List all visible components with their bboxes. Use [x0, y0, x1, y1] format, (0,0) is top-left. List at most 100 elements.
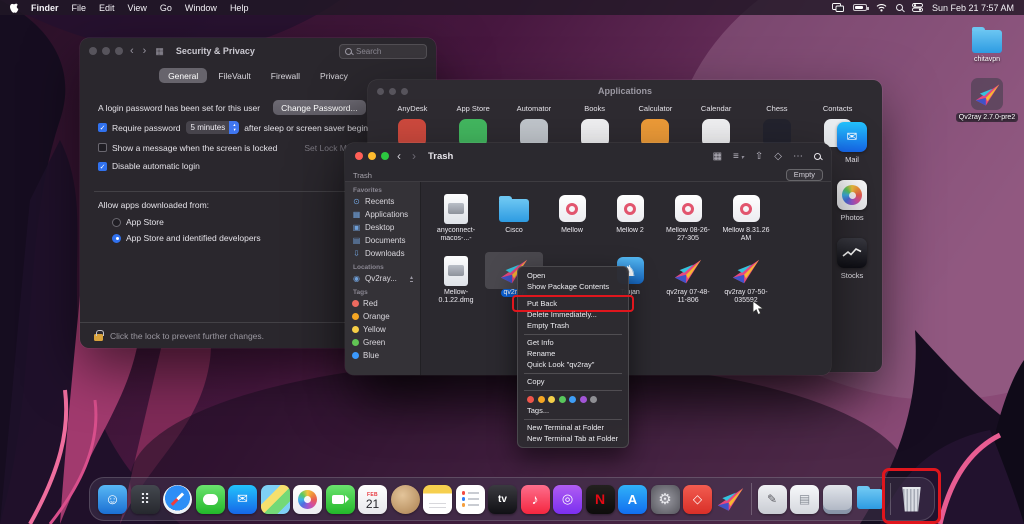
- spotlight-icon[interactable]: [896, 4, 903, 11]
- apple-menu[interactable]: [10, 2, 19, 13]
- app-stocks[interactable]: Stocks: [837, 238, 867, 280]
- app-anydesk[interactable]: AnyDesk: [382, 104, 443, 113]
- app-mail[interactable]: ✉ Mail: [837, 122, 867, 164]
- app-calendar[interactable]: Calendar: [686, 104, 747, 113]
- dock-item-anydesk[interactable]: ◇: [682, 484, 713, 515]
- sidebar-item-applications[interactable]: ▦Applications: [345, 208, 420, 221]
- share-icon[interactable]: ⇧: [755, 151, 763, 162]
- menu-app-name[interactable]: Finder: [31, 3, 59, 13]
- desktop-icon-chitavpn[interactable]: chitavpn: [963, 26, 1011, 64]
- trash-title-bar[interactable]: ‹ › Trash ▦ ≡▾ ⇧ ◇ ⋯: [345, 143, 831, 169]
- dock-item-netflix[interactable]: N: [585, 484, 616, 515]
- file-mellow-08-26-27-305[interactable]: Mellow 08-26-27-305: [659, 190, 717, 243]
- show-all-icon[interactable]: ▦: [155, 46, 164, 56]
- menu-item-new-terminal-tab-at-folder[interactable]: New Terminal Tab at Folder: [518, 433, 628, 444]
- dock-item-system-preferences[interactable]: ⚙: [650, 484, 681, 515]
- disable-auto-login-checkbox[interactable]: [98, 162, 107, 171]
- minimize-button[interactable]: [102, 47, 110, 55]
- file-mellow-8-31-26-am[interactable]: Mellow 8.31.26 AM: [717, 190, 775, 243]
- dock-item-app-store[interactable]: A: [617, 484, 648, 515]
- dock-item-finder[interactable]: ☺: [97, 484, 128, 515]
- dock-item-reminders[interactable]: [455, 484, 486, 515]
- file-mellow-0-1-22-dmg[interactable]: Mellow-0.1.22.dmg: [427, 252, 485, 305]
- sidebar-item-red[interactable]: Red: [345, 297, 420, 310]
- sidebar-item-desktop[interactable]: ▣Desktop: [345, 221, 420, 234]
- forward-icon[interactable]: ›: [412, 149, 416, 163]
- sidebar-item-orange[interactable]: Orange: [345, 310, 420, 323]
- security-title-bar[interactable]: ‹ › ▦ Security & Privacy Search: [80, 38, 436, 64]
- menu-bar-clock[interactable]: Sun Feb 21 7:57 AM: [932, 3, 1014, 13]
- minimize-button[interactable]: [368, 152, 376, 160]
- menu-help[interactable]: Help: [230, 3, 249, 13]
- tag-color-dot[interactable]: [548, 396, 555, 403]
- menu-item-empty-trash[interactable]: Empty Trash: [518, 320, 628, 331]
- forward-icon[interactable]: ›: [143, 46, 147, 56]
- close-button[interactable]: [355, 152, 363, 160]
- menu-item-quick-look-qv2ray[interactable]: Quick Look "qv2ray": [518, 359, 628, 370]
- dock-item-calendar[interactable]: FEB21: [357, 484, 388, 515]
- file-mellow[interactable]: Mellow: [543, 190, 601, 235]
- identified-devs-radio[interactable]: [112, 234, 121, 243]
- tag-color-dot[interactable]: [538, 396, 545, 403]
- tag-icon[interactable]: ◇: [774, 151, 782, 162]
- dock-item-safari[interactable]: [162, 484, 193, 515]
- tag-color-dot[interactable]: [569, 396, 576, 403]
- file-anyconnect-macos-k9-dmg[interactable]: anyconnect-macos-...-k9.dmg: [427, 190, 485, 243]
- eject-icon[interactable]: ▴: [410, 276, 413, 282]
- menu-window[interactable]: Window: [185, 3, 217, 13]
- back-icon[interactable]: ‹: [130, 46, 134, 56]
- lock-icon[interactable]: [94, 334, 103, 341]
- sidebar-item-green[interactable]: Green: [345, 336, 420, 349]
- change-password-button[interactable]: Change Password...: [273, 100, 366, 115]
- show-message-checkbox[interactable]: [98, 143, 107, 152]
- screen-mirroring-icon[interactable]: [832, 3, 844, 12]
- file-qv2ray-07-48-11-806[interactable]: qv2ray 07-48-11-806: [659, 252, 717, 305]
- app-photos[interactable]: Photos: [837, 180, 867, 222]
- applications-title-bar[interactable]: Applications: [368, 80, 882, 102]
- app-contacts[interactable]: Contacts: [807, 104, 868, 113]
- sidebar-item-downloads[interactable]: ⇩Downloads: [345, 247, 420, 260]
- dock-item-qv2ray[interactable]: [715, 484, 746, 515]
- menu-item-rename[interactable]: Rename: [518, 348, 628, 359]
- menu-item-get-info[interactable]: Get Info: [518, 337, 628, 348]
- desktop-icon-qv2ray[interactable]: Qv2ray 2.7.0-pre2: [963, 78, 1011, 122]
- battery-icon[interactable]: [853, 4, 867, 11]
- file-cisco[interactable]: Cisco: [485, 190, 543, 235]
- dock-item-contacts[interactable]: [390, 484, 421, 515]
- sidebar-item-recents[interactable]: ⊙Recents: [345, 195, 420, 208]
- tag-color-dot[interactable]: [559, 396, 566, 403]
- dock-item-mail[interactable]: ✉: [227, 484, 258, 515]
- sidebar-item-documents[interactable]: ▤Documents: [345, 234, 420, 247]
- menu-item-copy[interactable]: Copy: [518, 376, 628, 387]
- dock-item-app-2[interactable]: ▤: [789, 484, 820, 515]
- dock-item-photos[interactable]: [292, 484, 323, 515]
- interval-dropdown[interactable]: 5 minutes ▴▾: [186, 121, 240, 134]
- dock-item-tv[interactable]: tv: [487, 484, 518, 515]
- tab-privacy[interactable]: Privacy: [311, 68, 357, 83]
- search-field[interactable]: Search: [339, 44, 427, 59]
- dock-item-notes[interactable]: [422, 484, 453, 515]
- dock-item-maps[interactable]: [260, 484, 291, 515]
- dock-item-music[interactable]: ♪: [520, 484, 551, 515]
- menu-item-tags[interactable]: Tags...: [518, 405, 628, 416]
- menu-go[interactable]: Go: [160, 3, 172, 13]
- tag-color-dot[interactable]: [590, 396, 597, 403]
- dock-item-trash[interactable]: [896, 484, 927, 515]
- zoom-button[interactable]: [115, 47, 123, 55]
- close-button[interactable]: [89, 47, 97, 55]
- app-automator[interactable]: Automator: [504, 104, 565, 113]
- menu-item-delete-immediately[interactable]: Delete Immediately...: [518, 309, 628, 320]
- dock-item-podcasts[interactable]: ◎: [552, 484, 583, 515]
- file-qv2ray-07-50-035592[interactable]: qv2ray 07-50-035592: [717, 252, 775, 305]
- require-password-checkbox[interactable]: [98, 123, 107, 132]
- menu-file[interactable]: File: [72, 3, 87, 13]
- app-app-store[interactable]: App Store: [443, 104, 504, 113]
- menu-view[interactable]: View: [128, 3, 147, 13]
- file-mellow-2[interactable]: Mellow 2: [601, 190, 659, 235]
- app-chess[interactable]: Chess: [747, 104, 808, 113]
- list-view-icon[interactable]: ≡▾: [733, 151, 744, 162]
- tab-firewall[interactable]: Firewall: [262, 68, 309, 83]
- menu-item-show-package-contents[interactable]: Show Package Contents: [518, 281, 628, 292]
- dock-item-documents-stack[interactable]: [822, 484, 853, 515]
- dock-item-launchpad[interactable]: ⠿: [130, 484, 161, 515]
